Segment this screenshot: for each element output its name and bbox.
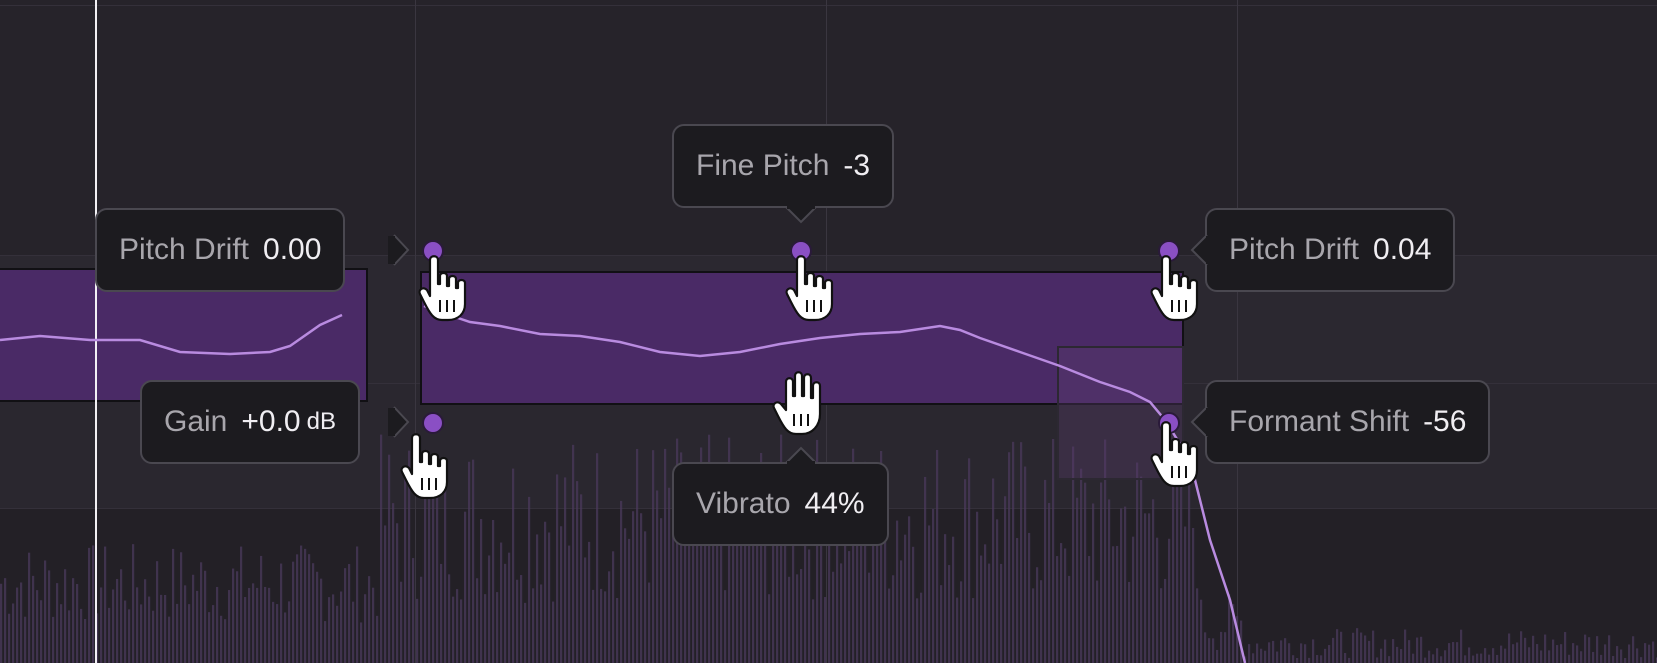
- pointer: [785, 446, 817, 464]
- pointer: [1190, 406, 1208, 438]
- tooltip-pointers: [388, 203, 1214, 467]
- pointer: [1190, 234, 1208, 266]
- pitch-editor-canvas[interactable]: Pitch Drift 0.00 Gain +0.0 dB Fine Pitch…: [0, 0, 1657, 663]
- pointer: [393, 406, 410, 438]
- pointer: [785, 206, 817, 224]
- pointer: [393, 234, 410, 266]
